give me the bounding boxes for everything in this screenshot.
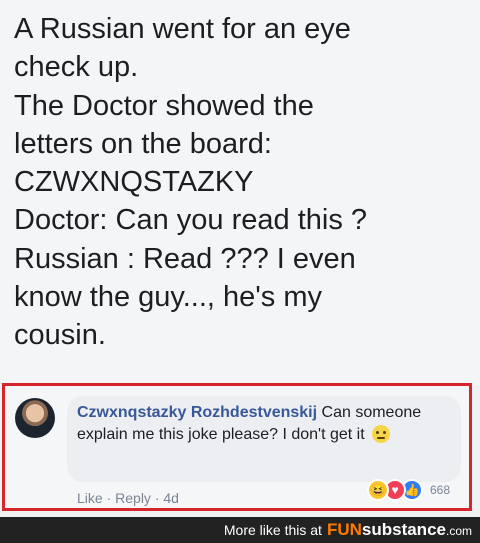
footer-text: More like this at: [223, 522, 322, 538]
comment-body: Czwxnqstazky Rozhdestvenskij Can someone…: [77, 402, 457, 446]
post-line: The Doctor showed the: [14, 89, 314, 122]
site-footer: More like this at FUNsubstance.com: [0, 517, 480, 543]
comment-timestamp[interactable]: 4d: [163, 490, 179, 506]
avatar[interactable]: [15, 398, 55, 438]
separator: ·: [106, 490, 112, 506]
post-line: cousin.: [14, 319, 106, 352]
post-line: letters on the board:: [14, 127, 272, 160]
highlighted-comment: Czwxnqstazky Rozhdestvenskij Can someone…: [2, 383, 472, 511]
post-line: Doctor: Can you read this ?: [14, 204, 368, 237]
haha-icon: 😆: [367, 479, 389, 501]
comment-actions: Like · Reply · 4d: [77, 490, 179, 506]
like-button[interactable]: Like: [77, 490, 103, 506]
post-text: A Russian went for an eye check up. The …: [14, 10, 469, 355]
post-line: A Russian went for an eye: [14, 13, 351, 45]
post-card: A Russian went for an eye check up. The …: [0, 0, 480, 385]
comment-author-link[interactable]: Czwxnqstazky Rozhdestvenskij: [77, 404, 317, 421]
post-line: know the guy..., he's my: [14, 281, 323, 314]
reply-button[interactable]: Reply: [115, 490, 151, 506]
separator: ·: [154, 490, 160, 506]
reactions-summary[interactable]: 😆 ♥ 👍 668: [367, 478, 450, 502]
site-logo[interactable]: FUNsubstance.com: [327, 520, 472, 540]
neutral-face-emoji-icon: [372, 425, 391, 443]
comment-bubble: Czwxnqstazky Rozhdestvenskij Can someone…: [67, 396, 461, 482]
post-line: check up.: [14, 51, 139, 84]
post-line: Russian : Read ??? I even: [14, 242, 356, 275]
post-line: CZWXNQSTAZKY: [14, 166, 254, 199]
reaction-count: 668: [430, 483, 451, 497]
